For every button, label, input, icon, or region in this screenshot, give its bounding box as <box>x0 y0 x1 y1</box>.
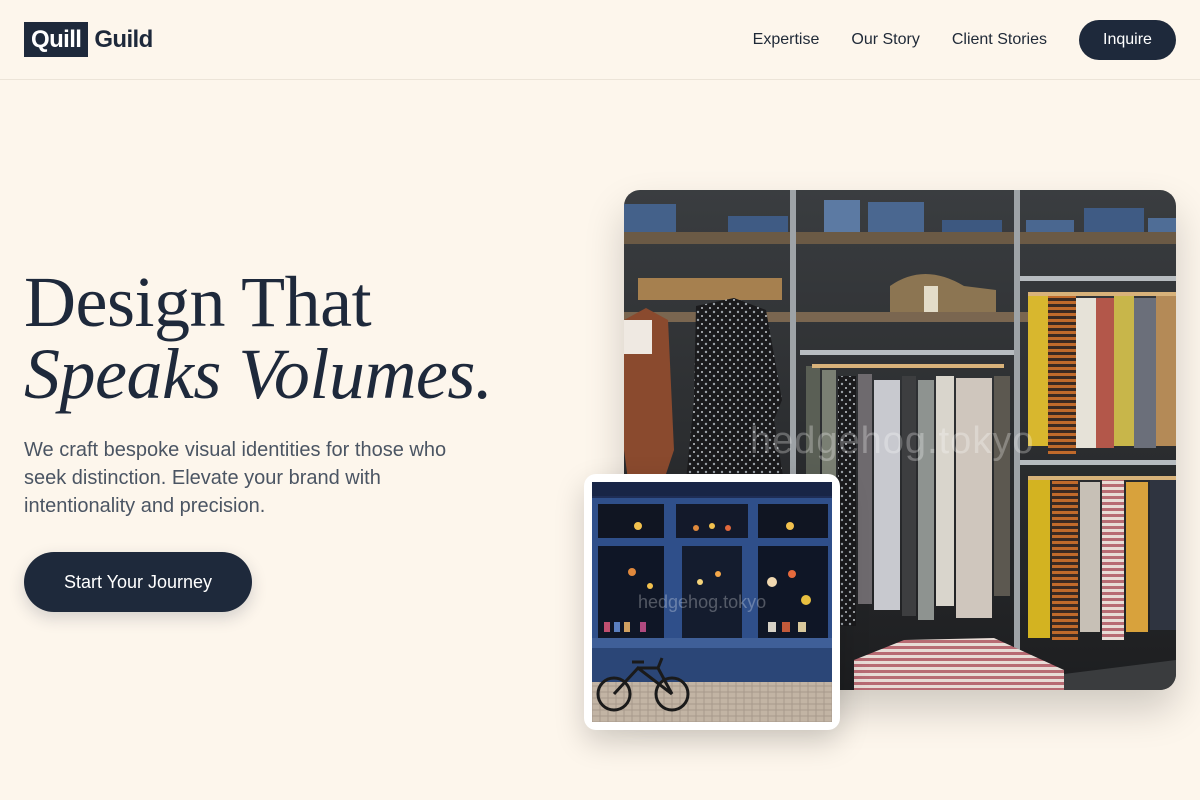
logo-word: Guild <box>94 25 153 53</box>
start-journey-button[interactable]: Start Your Journey <box>24 552 252 612</box>
storefront-image-card <box>584 474 840 730</box>
storefront-image <box>592 482 832 722</box>
hero-subtitle: We craft bespoke visual identities for t… <box>24 439 447 517</box>
nav-link-expertise[interactable]: Expertise <box>753 31 820 49</box>
storefront-illustration <box>592 482 832 722</box>
logo-box: Quill <box>24 22 89 57</box>
nav-link-our-story[interactable]: Our Story <box>851 31 919 49</box>
inquire-button[interactable]: Inquire <box>1079 20 1176 60</box>
hero-title: Design That Speaks Volumes. <box>24 262 493 414</box>
logo[interactable]: Quill Guild <box>24 22 153 57</box>
hero-title-line-1: Design That <box>24 262 372 342</box>
nav-link-client-stories[interactable]: Client Stories <box>952 31 1047 49</box>
main-nav: Expertise Our Story Client Stories Inqui… <box>753 20 1176 60</box>
site-header: Quill Guild Expertise Our Story Client S… <box>0 0 1200 80</box>
hero-title-line-2: Speaks Volumes. <box>24 334 493 414</box>
